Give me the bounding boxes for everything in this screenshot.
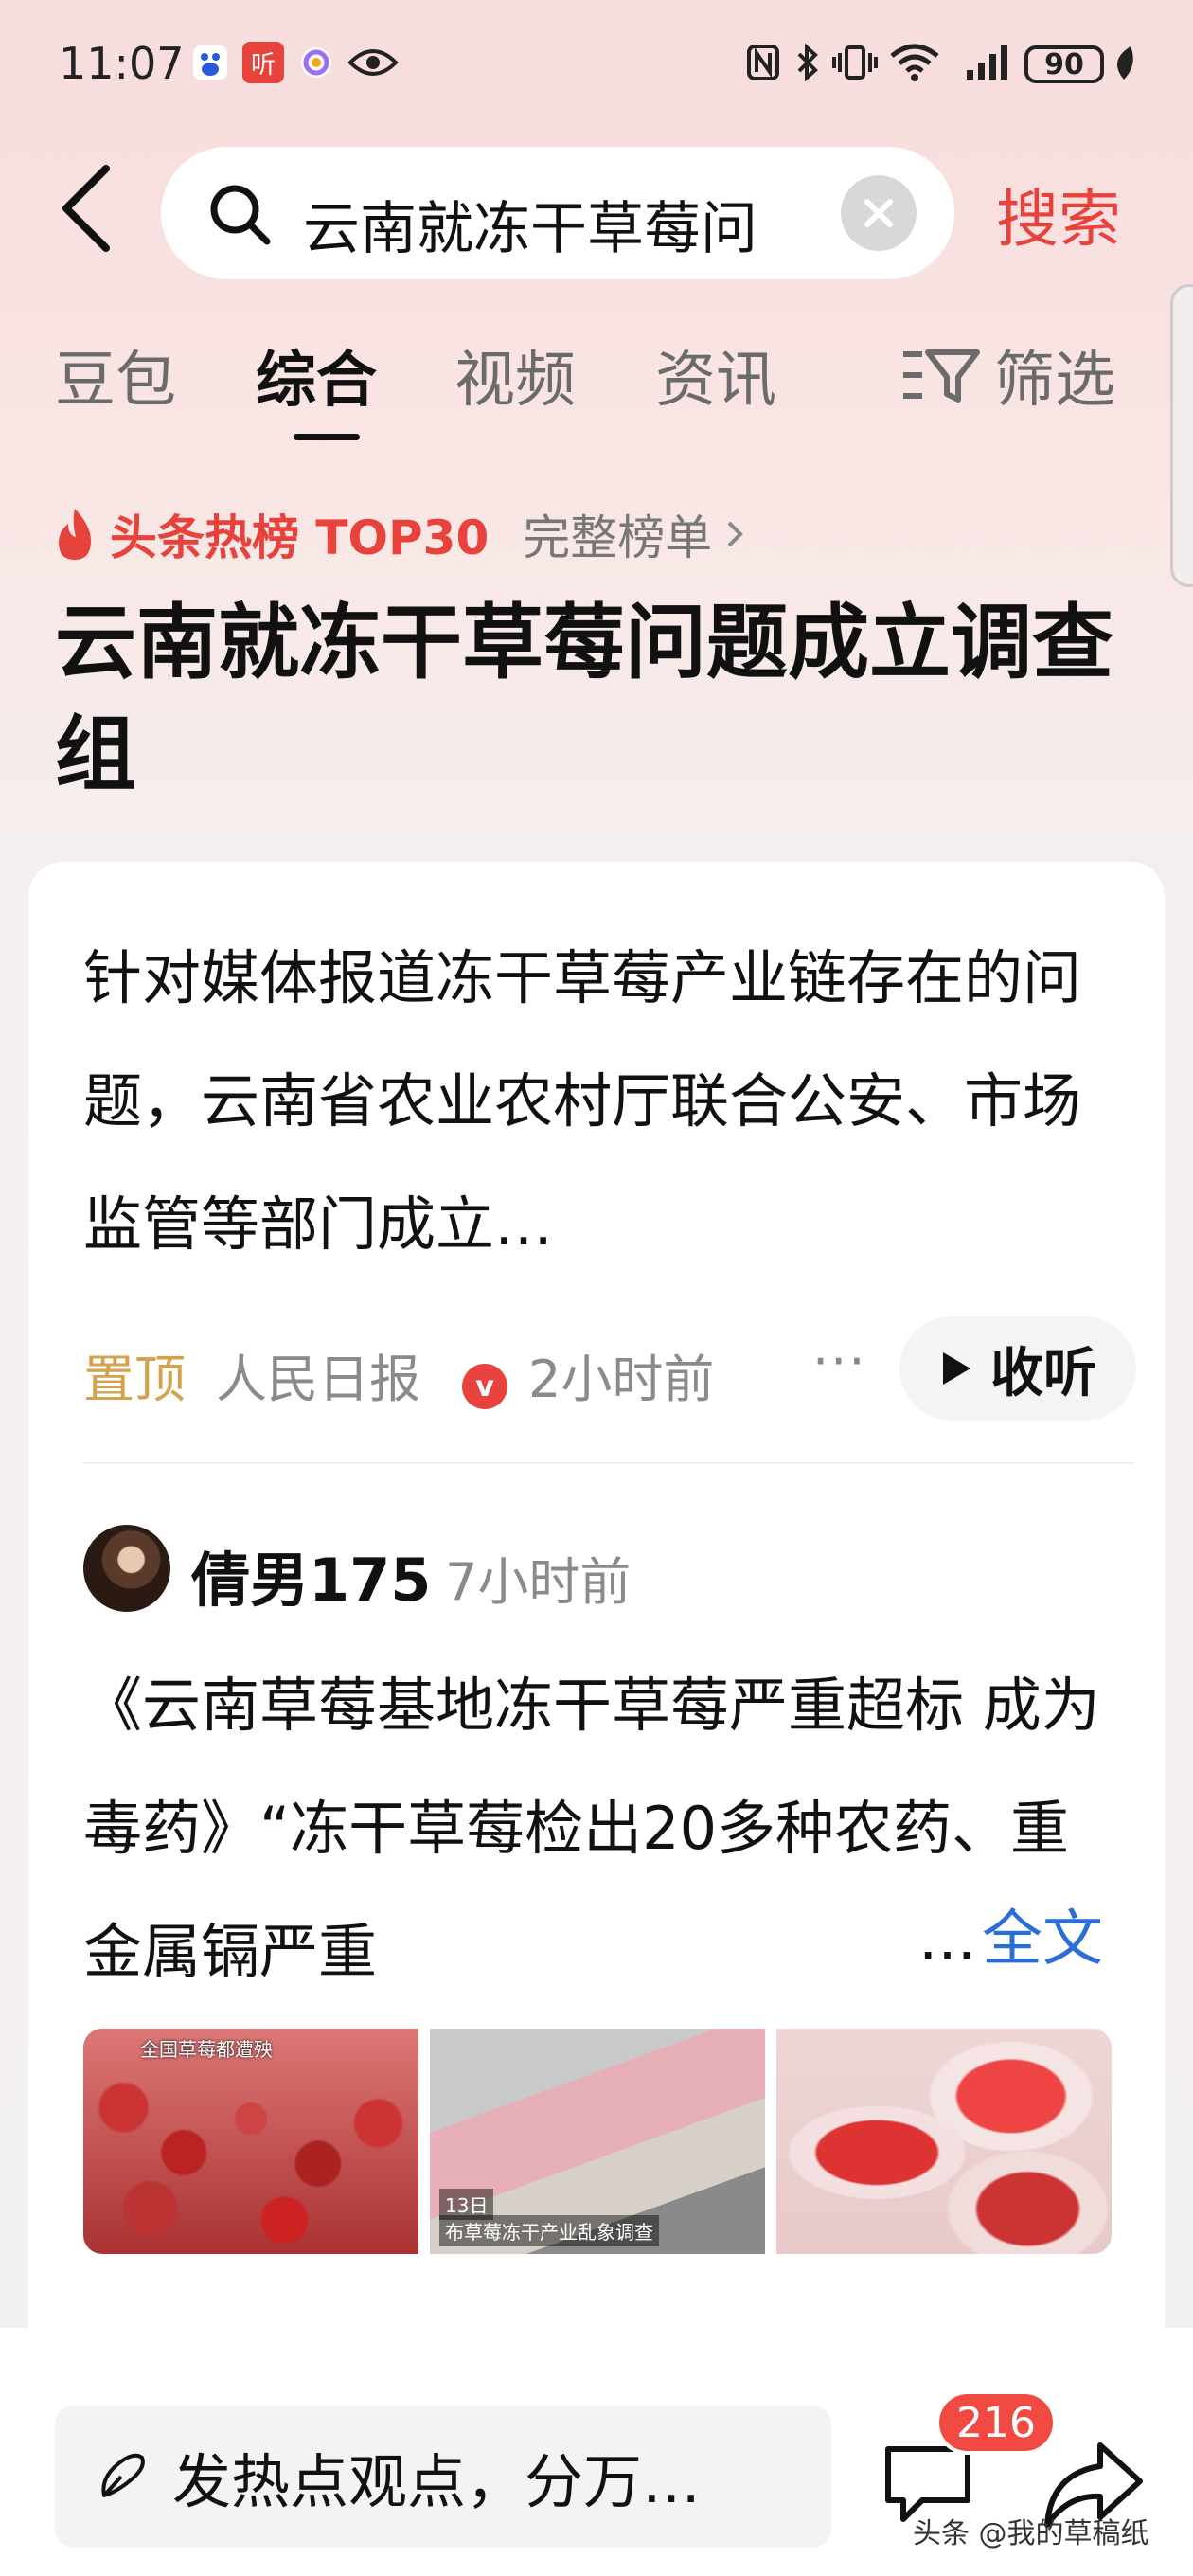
battery-indicator: 90	[1024, 45, 1104, 83]
play-icon	[943, 1352, 970, 1385]
search-box[interactable]: 云南就冻干草莓问	[161, 147, 954, 279]
pen-icon	[101, 2453, 145, 2497]
post-image-2[interactable]: 13日 布草莓冻干产业乱象调查	[430, 2029, 765, 2254]
post-time: 7小时前	[445, 1552, 632, 1612]
pinned-tag: 置顶	[83, 1350, 186, 1409]
flame-icon	[59, 509, 91, 560]
eye-icon	[347, 42, 400, 83]
results-card: 针对媒体报道冻干草莓产业链存在的问题，云南省农业农村厅联合公安、市场监管等部门成…	[28, 862, 1165, 2576]
tab-general[interactable]: 综合	[256, 331, 377, 419]
avatar[interactable]	[83, 1525, 170, 1612]
filter-label: 筛选	[994, 346, 1115, 416]
side-drawer-handle[interactable]	[1170, 284, 1193, 587]
post-image-1-caption: 全国草莓都遭殃	[140, 2038, 273, 2061]
post-image-2-caption: 布草莓冻干产业乱象调查	[439, 2215, 659, 2246]
signal-icon	[964, 42, 1015, 83]
news-summary[interactable]: 针对媒体报道冻干草莓产业链存在的问题，云南省农业农村厅联合公安、市场监管等部门成…	[83, 917, 1106, 1286]
status-bar: 11:07 听 90	[0, 0, 1193, 133]
baidu-app-icon	[189, 42, 231, 83]
tab-doubao[interactable]: 豆包	[55, 331, 176, 419]
search-button[interactable]: 搜索	[996, 169, 1121, 259]
vibrate-icon	[831, 42, 879, 83]
post-image-1[interactable]: 全国草莓都遭殃	[83, 2029, 418, 2254]
comment-count-badge: 216	[935, 2390, 1057, 2455]
news-meta: 置顶 人民日报 v 2小时前 ··· 收听	[83, 1316, 1136, 1421]
search-icon	[206, 181, 273, 251]
tab-news[interactable]: 资讯	[655, 331, 776, 419]
nfc-icon	[744, 42, 782, 83]
active-tab-indicator	[294, 434, 360, 440]
chevron-right-icon	[727, 521, 744, 547]
full-text-link[interactable]: ...全文	[909, 1890, 1104, 1977]
back-button[interactable]	[57, 161, 114, 265]
hot-topic-title[interactable]: 云南就冻干草莓问题成立调查组	[55, 587, 1134, 811]
bluetooth-icon	[792, 42, 824, 83]
hot-rank-label: 头条热榜 TOP30	[110, 510, 490, 565]
browser-app-icon	[295, 42, 337, 83]
audio-app-label: 听	[250, 50, 276, 80]
audio-app-icon: 听	[242, 42, 284, 83]
search-input[interactable]: 云南就冻干草莓问	[303, 183, 814, 265]
clear-search-button[interactable]	[841, 175, 917, 251]
more-options-button[interactable]: ···	[812, 1332, 867, 1391]
post-author[interactable]: 倩男175	[191, 1532, 431, 1618]
listen-label: 收听	[990, 1342, 1096, 1404]
news-time: 2小时前	[528, 1350, 715, 1409]
leaf-icon	[1110, 42, 1138, 83]
wifi-icon	[886, 42, 943, 83]
listen-button[interactable]: 收听	[899, 1316, 1136, 1421]
news-source[interactable]: 人民日报	[216, 1337, 420, 1412]
full-text-label: 全文	[982, 1905, 1104, 1975]
comment-input[interactable]: 发热点观点，分万…	[55, 2406, 831, 2548]
post-ellipsis: ...	[918, 1905, 977, 1975]
verified-badge: v	[462, 1364, 507, 1409]
close-icon	[864, 199, 893, 227]
hot-rank-row[interactable]: 头条热榜 TOP30 完整榜单	[53, 500, 750, 568]
status-time: 11:07	[59, 38, 185, 89]
watermark: 头条 @我的草稿纸	[913, 2517, 1149, 2550]
battery-level: 90	[1044, 47, 1084, 81]
comment-placeholder: 发热点观点，分万…	[172, 2447, 702, 2516]
post-images: 全国草莓都遭殃 13日 布草莓冻干产业乱象调查	[83, 2029, 1112, 2254]
filter-button[interactable]: 筛选	[899, 331, 1115, 419]
tab-video[interactable]: 视频	[454, 331, 576, 419]
full-list-link[interactable]: 完整榜单	[523, 500, 712, 568]
post-image-3[interactable]	[776, 2029, 1112, 2254]
divider	[83, 1462, 1134, 1464]
filter-icon	[903, 349, 980, 402]
